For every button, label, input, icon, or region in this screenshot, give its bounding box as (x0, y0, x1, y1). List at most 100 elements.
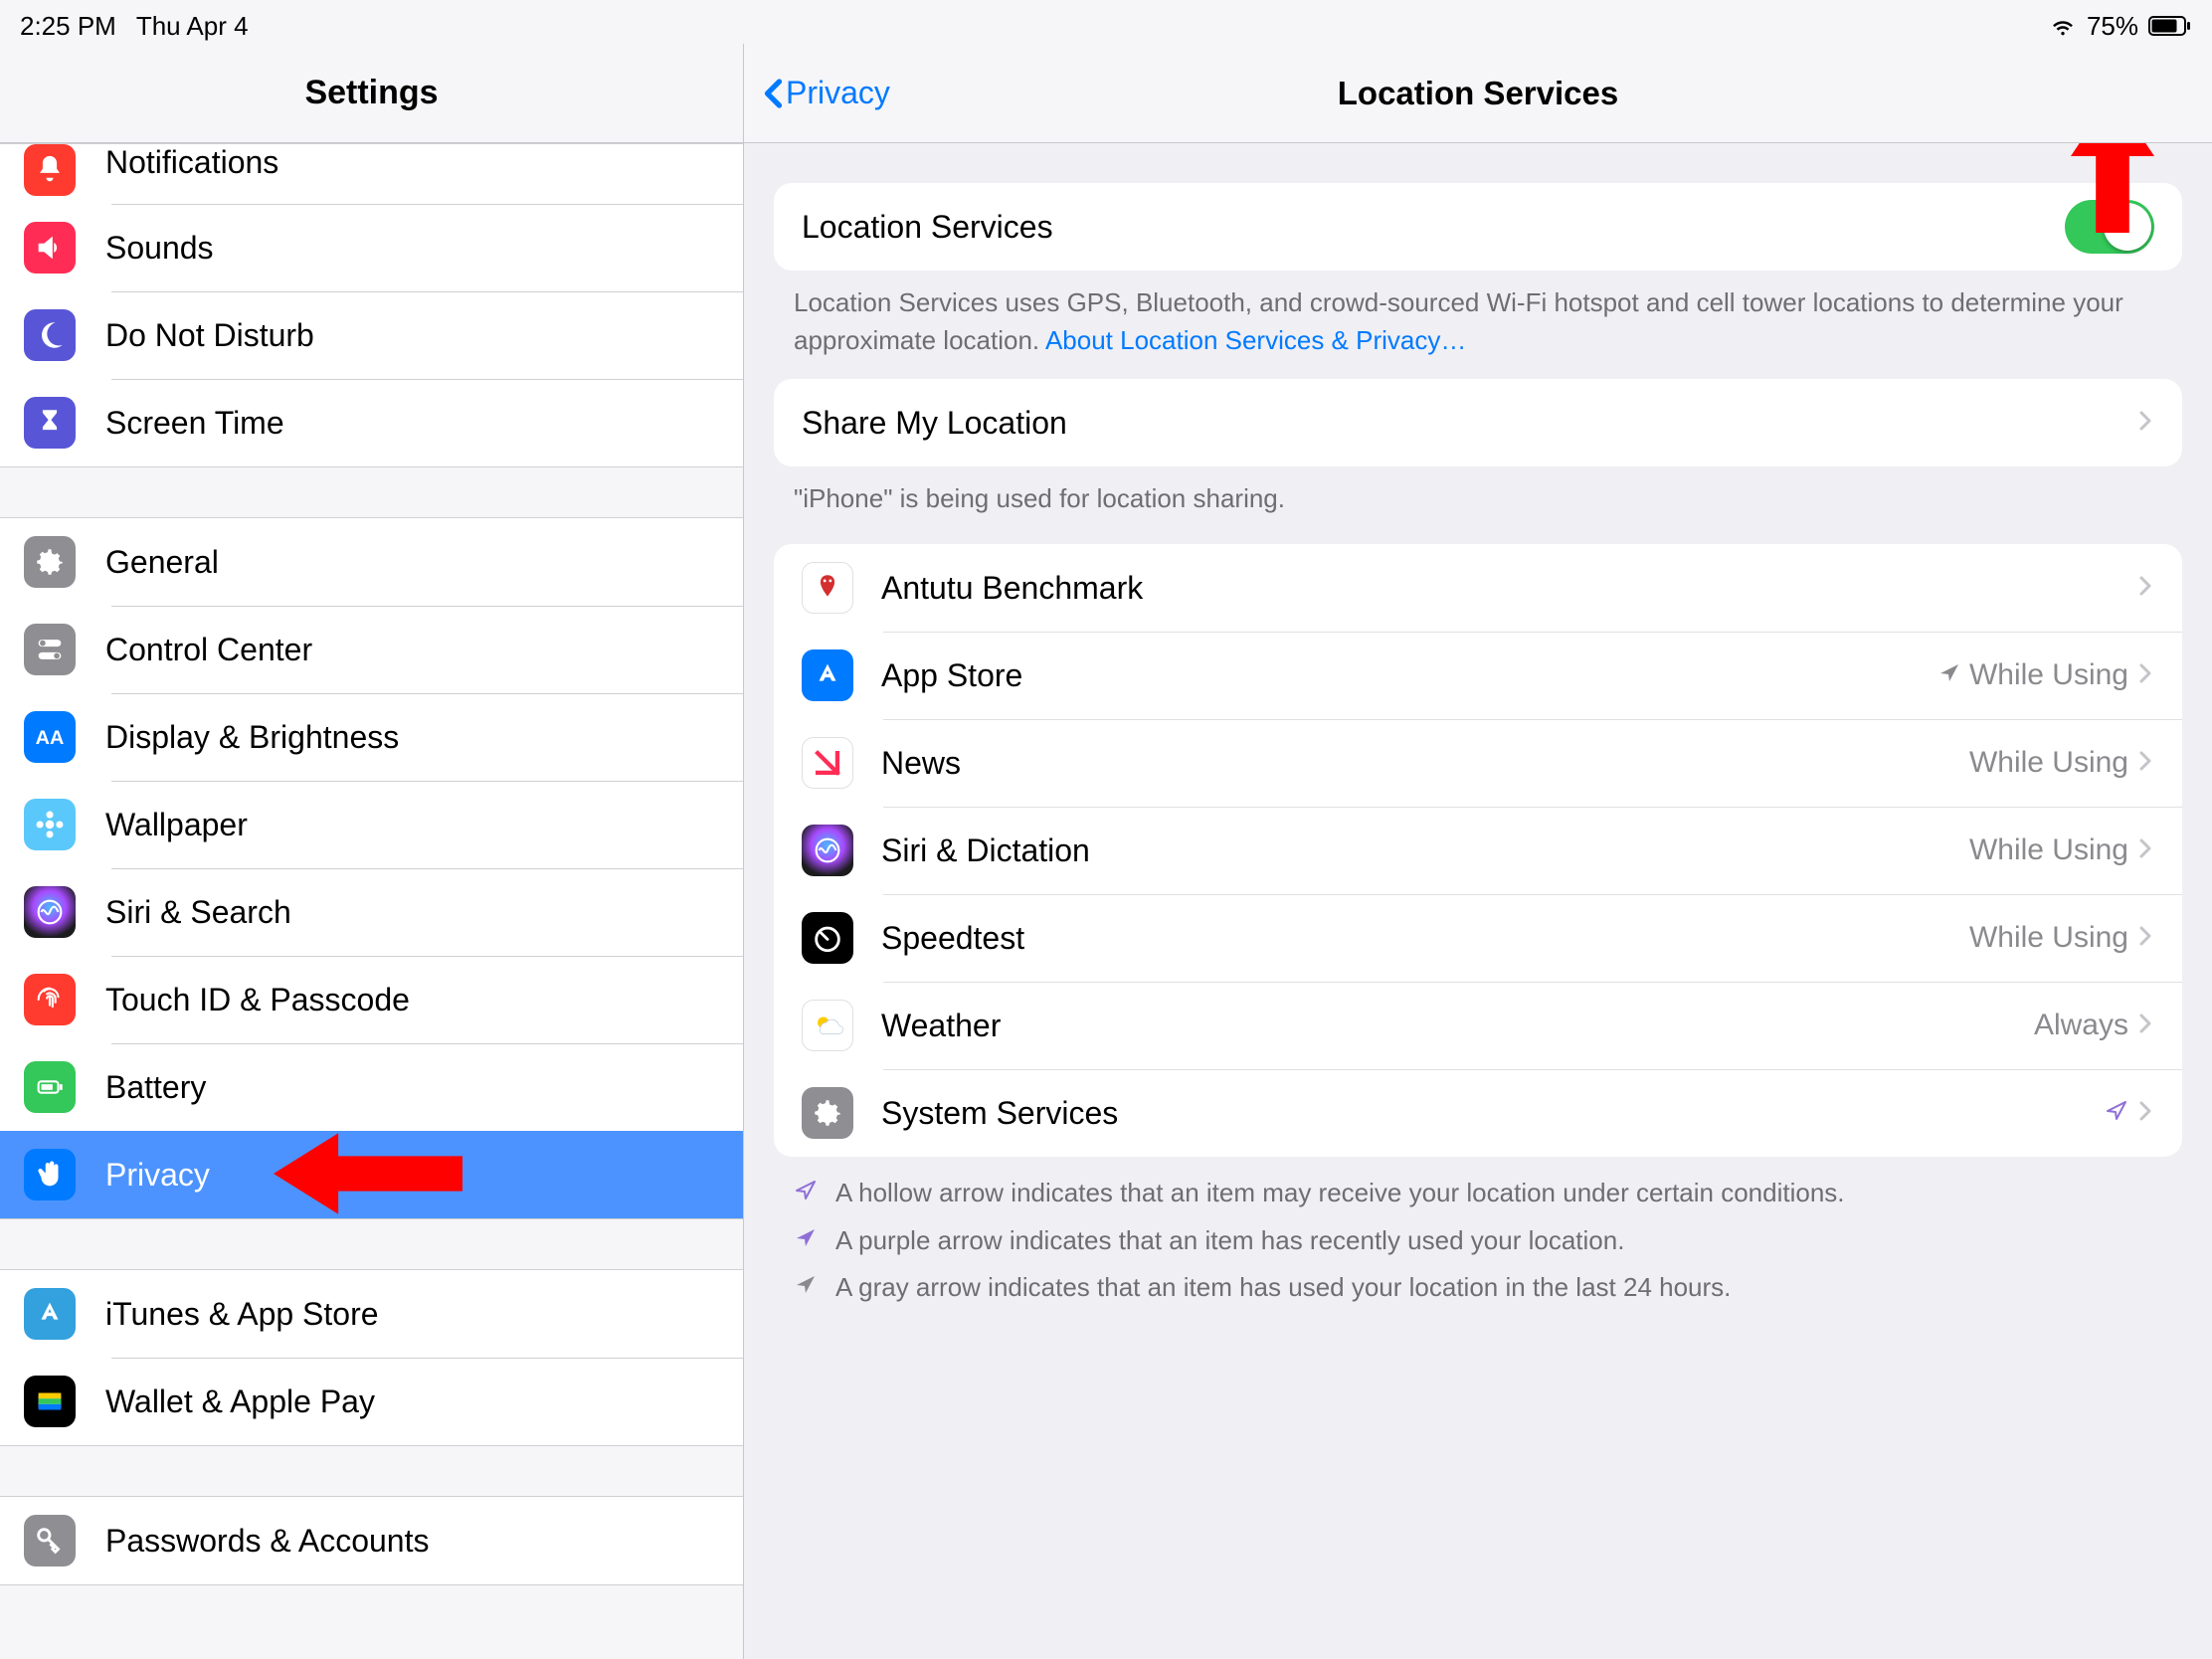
key-icon (24, 1515, 76, 1567)
sidebar-header: Settings (0, 44, 743, 143)
location-arrow-icon (1937, 658, 1961, 692)
bell-icon (24, 144, 76, 196)
appstore-icon (802, 649, 853, 701)
share-location-row[interactable]: Share My Location (774, 379, 2182, 466)
legend: A hollow arrow indicates that an item ma… (744, 1157, 2212, 1335)
app-label: App Store (881, 657, 1937, 694)
annotation-arrow-toggle (2068, 143, 2157, 238)
app-row-app-store[interactable]: App StoreWhile Using (774, 632, 2182, 719)
back-label: Privacy (786, 75, 890, 111)
legend-row: A gray arrow indicates that an item has … (794, 1269, 2162, 1307)
share-location-footer: "iPhone" is being used for location shar… (744, 466, 2212, 524)
sidebar-item-label: Privacy (105, 1157, 210, 1194)
speedtest-icon (802, 912, 853, 964)
hourglass-icon (24, 397, 76, 449)
app-row-speedtest[interactable]: SpeedtestWhile Using (774, 894, 2182, 982)
detail-nav-bar: Privacy Location Services (744, 44, 2212, 143)
location-arrow-icon (794, 1175, 818, 1212)
sidebar-item-screen-time[interactable]: Screen Time (0, 379, 743, 466)
sidebar-item-do-not-disturb[interactable]: Do Not Disturb (0, 291, 743, 379)
siri-icon (802, 825, 853, 876)
svg-text:AA: AA (36, 727, 65, 749)
sidebar-item-label: Display & Brightness (105, 719, 399, 756)
sidebar-title: Settings (304, 74, 438, 112)
sidebar-item-label: Wallet & Apple Pay (105, 1383, 375, 1420)
legend-text: A hollow arrow indicates that an item ma… (835, 1175, 1845, 1212)
chevron-right-icon (2138, 749, 2154, 778)
wifi-icon (2049, 15, 2077, 37)
antutu-icon (802, 562, 853, 614)
legend-text: A purple arrow indicates that an item ha… (835, 1222, 1624, 1260)
sidebar-item-wallpaper[interactable]: Wallpaper (0, 781, 743, 868)
sidebar-item-label: Siri & Search (105, 894, 291, 931)
chevron-right-icon (2138, 409, 2154, 438)
sidebar-item-label: Screen Time (105, 405, 284, 442)
app-label: Speedtest (881, 920, 1969, 957)
sidebar-item-wallet-apple-pay[interactable]: Wallet & Apple Pay (0, 1358, 743, 1445)
moon-icon (24, 309, 76, 361)
share-location-group: Share My Location (774, 379, 2182, 466)
sidebar-item-display-brightness[interactable]: AA Display & Brightness (0, 693, 743, 781)
sidebar-item-touch-id-passcode[interactable]: Touch ID & Passcode (0, 956, 743, 1043)
siri-icon (24, 886, 76, 938)
location-arrow-icon (794, 1269, 818, 1307)
switches-icon (24, 624, 76, 675)
sidebar-item-itunes-app-store[interactable]: iTunes & App Store (0, 1270, 743, 1358)
location-services-desc: Location Services uses GPS, Bluetooth, a… (744, 271, 2212, 365)
app-status: While Using (1969, 746, 2128, 780)
battery-icon (2148, 15, 2192, 37)
app-row-news[interactable]: NewsWhile Using (774, 719, 2182, 807)
share-location-label: Share My Location (802, 405, 2138, 442)
legend-text: A gray arrow indicates that an item has … (835, 1269, 1731, 1307)
app-row-system-services[interactable]: System Services (774, 1069, 2182, 1157)
speaker-icon (24, 222, 76, 274)
gear-icon (802, 1087, 853, 1139)
about-link[interactable]: About Location Services & Privacy… (1045, 325, 1466, 355)
wallet-icon (24, 1376, 76, 1427)
detail-pane: Privacy Location Services Location Servi… (744, 44, 2212, 1659)
appstore-icon (24, 1288, 76, 1340)
app-row-siri-dictation[interactable]: Siri & DictationWhile Using (774, 807, 2182, 894)
location-arrow-icon (794, 1222, 818, 1260)
gear-icon (24, 536, 76, 588)
app-label: Weather (881, 1008, 2034, 1044)
app-status: While Using (1969, 921, 2128, 955)
sidebar-item-notifications[interactable]: Notifications (0, 144, 743, 204)
sidebar-item-battery[interactable]: Battery (0, 1043, 743, 1131)
app-status: While Using (1969, 833, 2128, 867)
legend-row: A purple arrow indicates that an item ha… (794, 1222, 2162, 1260)
app-row-antutu-benchmark[interactable]: Antutu Benchmark (774, 544, 2182, 632)
status-battery-pct: 75% (2087, 11, 2138, 42)
legend-row: A hollow arrow indicates that an item ma… (794, 1175, 2162, 1212)
sidebar-item-label: General (105, 544, 219, 581)
sidebar-item-label: iTunes & App Store (105, 1296, 379, 1333)
app-row-weather[interactable]: WeatherAlways (774, 982, 2182, 1069)
location-arrow-icon (2105, 1096, 2128, 1130)
sidebar-item-sounds[interactable]: Sounds (0, 204, 743, 291)
detail-title: Location Services (744, 75, 2212, 112)
chevron-right-icon (2138, 924, 2154, 953)
chevron-right-icon (2138, 1012, 2154, 1040)
sidebar-item-label: Battery (105, 1069, 206, 1106)
weather-icon (802, 1000, 853, 1051)
settings-sidebar: Settings Notifications Sounds Do Not Distu… (0, 44, 744, 1659)
fingerprint-icon (24, 974, 76, 1025)
chevron-right-icon (2138, 661, 2154, 690)
sidebar-item-siri-search[interactable]: Siri & Search (0, 868, 743, 956)
battery-icon (24, 1061, 76, 1113)
chevron-right-icon (2138, 836, 2154, 865)
sidebar-item-label: Control Center (105, 632, 312, 668)
sidebar-item-general[interactable]: General (0, 518, 743, 606)
app-status: Always (2034, 1009, 2128, 1042)
chevron-right-icon (2138, 574, 2154, 603)
sidebar-item-label: Wallpaper (105, 807, 248, 843)
back-button[interactable]: Privacy (760, 75, 890, 111)
location-services-toggle-row[interactable]: Location Services (774, 183, 2182, 271)
sidebar-item-label: Sounds (105, 230, 214, 267)
status-date: Thu Apr 4 (136, 11, 249, 42)
apps-group: Antutu BenchmarkApp StoreWhile UsingNews… (774, 544, 2182, 1157)
sidebar-item-passwords-accounts[interactable]: Passwords & Accounts (0, 1497, 743, 1584)
status-time: 2:25 PM (20, 11, 116, 42)
sidebar-item-label: Passwords & Accounts (105, 1523, 429, 1560)
sidebar-item-control-center[interactable]: Control Center (0, 606, 743, 693)
